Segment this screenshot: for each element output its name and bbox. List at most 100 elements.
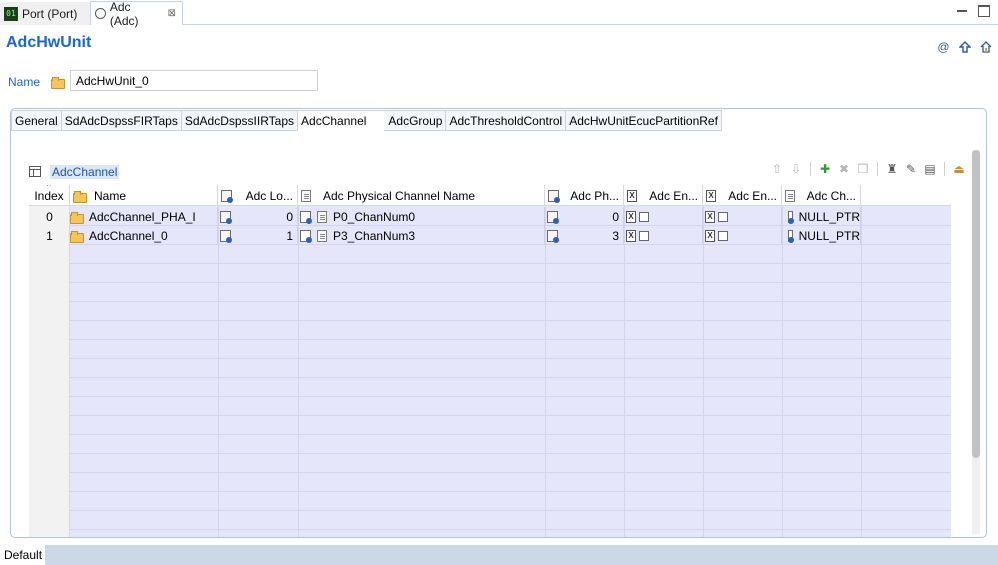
close-tab-icon[interactable]: ⊠ xyxy=(168,8,176,19)
adc-module-icon xyxy=(95,8,106,19)
delete-icon[interactable]: ✖ xyxy=(837,162,851,176)
tab-adc-group[interactable]: AdcGroup xyxy=(384,110,446,131)
row-divider xyxy=(70,491,951,492)
column-header-name[interactable]: Name xyxy=(70,185,218,206)
string-param-icon xyxy=(301,189,311,202)
page-title: AdcHwUnit xyxy=(6,34,92,51)
column-divider xyxy=(545,206,546,537)
column-divider xyxy=(703,206,704,537)
numeric-param-icon xyxy=(220,229,232,243)
export-icon[interactable]: ⏏ xyxy=(952,162,966,176)
row-divider xyxy=(70,453,951,454)
row-index: 0 xyxy=(46,209,53,224)
tab-general[interactable]: General xyxy=(11,110,61,131)
table-row[interactable]: 1 AdcChannel_0 1 P3_ChanNum3 3 X X NULL_… xyxy=(29,226,951,245)
string-param-icon xyxy=(317,210,327,223)
home-icon[interactable] xyxy=(979,40,992,53)
table-row[interactable]: 0 AdcChannel_PHA_I 0 P0_ChanNum0 0 X X N… xyxy=(29,207,951,226)
row-divider xyxy=(70,358,951,359)
column-header-logical-channel[interactable]: Adc Lo... xyxy=(218,185,298,206)
column-header-physical-channel[interactable]: Adc Ph... xyxy=(545,185,624,206)
edit-icon[interactable]: ✎ xyxy=(904,162,918,176)
status-bar-fill xyxy=(45,545,998,565)
up-arrow-icon[interactable] xyxy=(958,40,971,53)
move-down-icon[interactable]: ⇩ xyxy=(789,162,803,176)
boolean-param-linked-icon: X xyxy=(705,229,715,242)
editor-tab-adc[interactable]: Adc (Adc) ⊠ xyxy=(90,0,183,28)
header-actions: @ xyxy=(937,40,992,54)
numeric-param-icon xyxy=(547,210,559,224)
copy-icon[interactable]: ❐ xyxy=(856,162,870,176)
channel-ref-cell[interactable]: NULL_PTR xyxy=(782,207,861,226)
editor-tab-label: Adc (Adc) xyxy=(109,0,139,28)
adc-channel-table[interactable]: ^ Index Name Adc Lo... Adc Physical Chan… xyxy=(29,185,951,537)
row-divider xyxy=(70,263,951,264)
toolbar-separator xyxy=(877,162,878,176)
physical-id-cell[interactable]: 3 xyxy=(545,226,624,245)
reference-param-icon xyxy=(787,210,794,224)
folder-icon xyxy=(70,211,84,224)
column-header-index[interactable]: ^ Index xyxy=(29,185,70,206)
column-header-physical-channel-name[interactable]: Adc Physical Channel Name xyxy=(298,185,545,206)
enable-2-cell[interactable]: X xyxy=(703,207,782,226)
column-header-enable-2[interactable]: X Adc En... xyxy=(703,185,782,206)
scrollbar-thumb[interactable] xyxy=(972,150,980,458)
row-divider xyxy=(70,339,951,340)
folder-icon xyxy=(73,190,87,203)
name-label: Name xyxy=(8,75,41,89)
numeric-param-icon xyxy=(548,189,560,203)
tab-sdadc-dspss-fir-taps[interactable]: SdAdcDspssFIRTaps xyxy=(60,110,181,131)
column-divider xyxy=(218,206,219,537)
move-up-icon[interactable]: ⇧ xyxy=(770,162,784,176)
editor-tab-port[interactable]: 01 Port (Port) xyxy=(0,2,90,25)
row-divider xyxy=(70,415,951,416)
channel-name-cell[interactable]: AdcChannel_PHA_I xyxy=(70,207,218,226)
column-header-channel-ref[interactable]: Adc Ch... xyxy=(782,185,861,206)
toolbar-separator xyxy=(810,162,811,176)
checkbox[interactable] xyxy=(718,211,728,222)
enable-1-cell[interactable]: X xyxy=(624,226,703,245)
row-index: 1 xyxy=(46,228,53,243)
toolbar-separator xyxy=(944,162,945,176)
status-label[interactable]: Default xyxy=(4,548,42,562)
boolean-param-linked-icon: X xyxy=(705,210,715,223)
minimize-icon[interactable] xyxy=(956,5,968,17)
row-divider xyxy=(70,377,951,378)
maximize-icon[interactable] xyxy=(978,5,990,17)
enable-1-cell[interactable]: X xyxy=(624,207,703,226)
sort-caret-icon: ^ xyxy=(47,185,51,191)
checkbox[interactable] xyxy=(639,211,649,222)
enable-2-cell[interactable]: X xyxy=(703,226,782,245)
form-tab-bar: General SdAdcDspssFIRTaps SdAdcDspssIIRT… xyxy=(11,110,722,131)
column-header-enable-1[interactable]: X Adc En... xyxy=(624,185,703,206)
edit-table-icon[interactable]: ▤ xyxy=(923,162,937,176)
checkbox[interactable] xyxy=(639,230,649,241)
column-divider xyxy=(782,206,783,537)
stamp-icon[interactable]: ♜ xyxy=(885,162,899,176)
reference-param-icon xyxy=(787,229,794,243)
physical-channel-name-cell[interactable]: P3_ChanNum3 xyxy=(298,226,545,245)
row-divider xyxy=(70,434,951,435)
channel-ref-cell[interactable]: NULL_PTR xyxy=(782,226,861,245)
tab-adc-hwunit-ecuc-partition-ref[interactable]: AdcHwUnitEcucPartitionRef xyxy=(565,110,722,131)
numeric-param-icon xyxy=(547,229,559,243)
vertical-scrollbar[interactable] xyxy=(972,150,980,534)
at-icon[interactable]: @ xyxy=(937,40,950,54)
tab-adc-threshold-control[interactable]: AdcThresholdControl xyxy=(445,110,566,131)
status-bar: Default xyxy=(0,545,998,565)
physical-id-cell[interactable]: 0 xyxy=(545,207,624,226)
physical-channel-name-cell[interactable]: P0_ChanNum0 xyxy=(298,207,545,226)
boolean-param-icon: X xyxy=(627,189,637,202)
row-divider xyxy=(70,282,951,283)
row-divider xyxy=(70,301,951,302)
channel-name-cell[interactable]: AdcChannel_0 xyxy=(70,226,218,245)
tab-adc-channel[interactable]: AdcChannel xyxy=(297,110,385,131)
logical-id-cell[interactable]: 1 xyxy=(218,226,298,245)
name-input[interactable] xyxy=(70,70,318,91)
logical-id-cell[interactable]: 0 xyxy=(218,207,298,226)
tab-sdadc-dspss-iir-taps[interactable]: SdAdcDspssIIRTaps xyxy=(180,110,298,131)
add-icon[interactable]: ✚ xyxy=(818,162,832,176)
folder-icon xyxy=(51,77,65,89)
editor-tab-label: Port (Port) xyxy=(22,6,78,21)
checkbox[interactable] xyxy=(718,230,728,241)
